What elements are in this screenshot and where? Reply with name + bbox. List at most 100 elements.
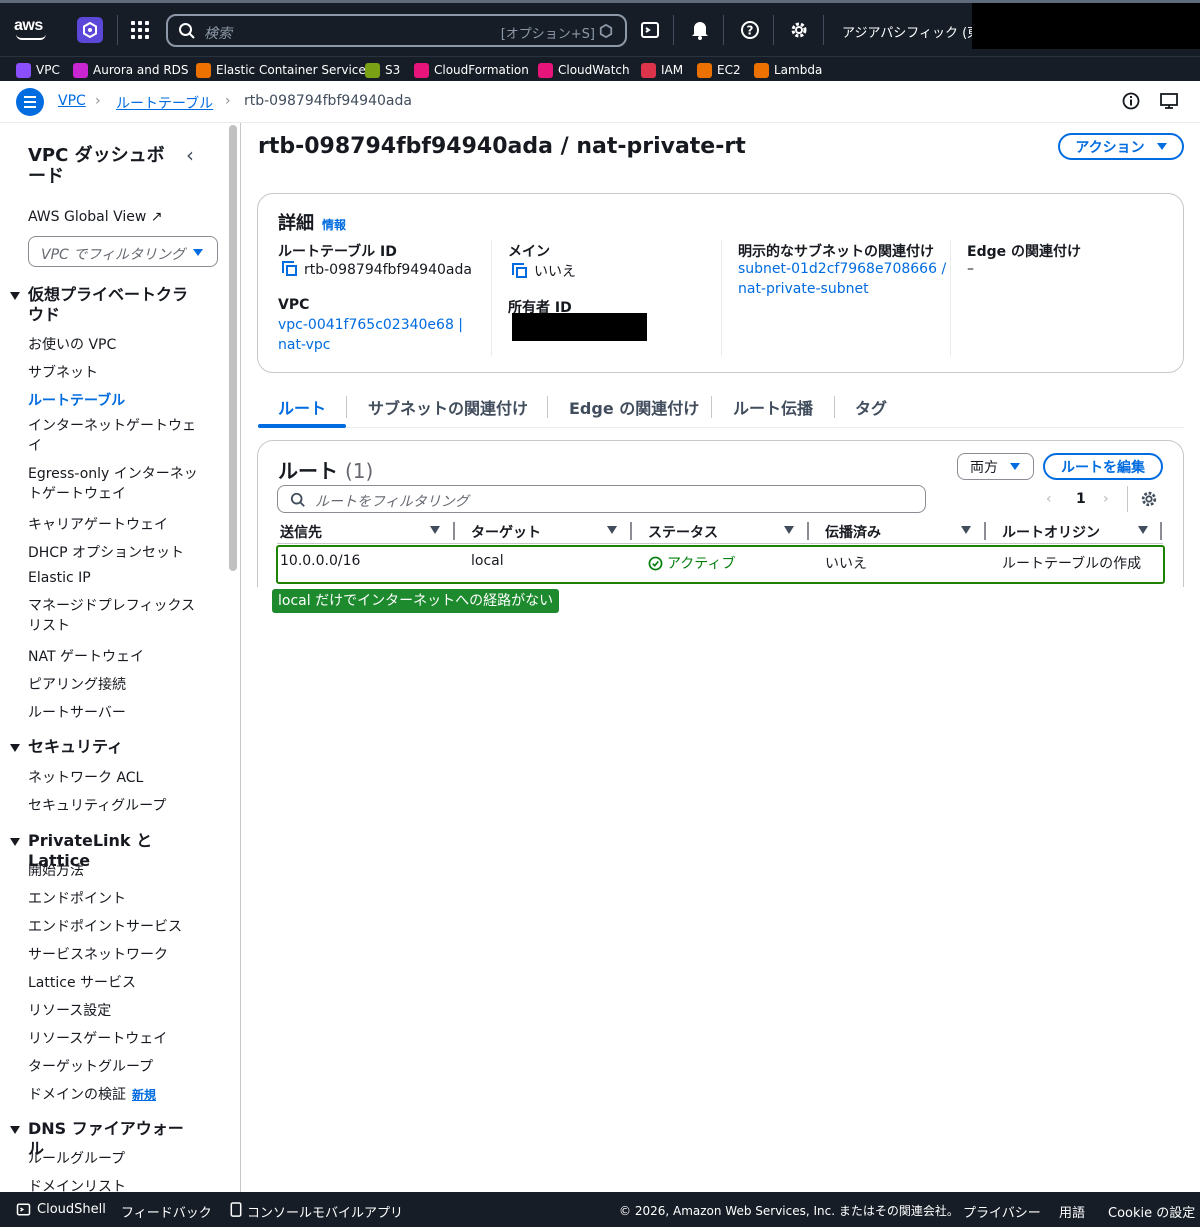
search-input[interactable]: 検索 [オプション+S]: [166, 14, 627, 47]
subnet-link-line2[interactable]: nat-private-subnet: [738, 281, 869, 297]
section-vpc[interactable]: 仮想プライベートクラウド: [10, 285, 198, 325]
vpc-filter-select[interactable]: VPC でフィルタリング: [28, 236, 218, 267]
actions-button[interactable]: アクション: [1058, 133, 1184, 160]
tab-tags[interactable]: タグ: [855, 395, 887, 419]
propagation-filter-select[interactable]: 両方: [957, 453, 1034, 480]
settings-gear-icon[interactable]: [788, 19, 810, 41]
amazon-q-search-icon[interactable]: [599, 24, 613, 38]
sort-icon[interactable]: [1138, 526, 1148, 534]
sidebar-item-domain-lists[interactable]: ドメインリスト: [28, 1176, 126, 1192]
favorite-cloudwatch[interactable]: CloudWatch: [538, 61, 630, 79]
info-icon[interactable]: [1122, 92, 1140, 110]
sidebar-item-service-networks[interactable]: サービスネットワーク: [28, 944, 168, 964]
column-header-route-origin[interactable]: ルートオリジン: [1002, 522, 1100, 542]
vpc-link-line2[interactable]: nat-vpc: [278, 337, 331, 353]
prev-page-icon[interactable]: ‹: [1046, 491, 1052, 507]
sort-icon[interactable]: [607, 526, 617, 534]
sort-icon[interactable]: [961, 526, 971, 534]
lambda-service-icon: [754, 62, 769, 78]
favorite-cloudformation[interactable]: CloudFormation: [414, 61, 529, 79]
copy-icon[interactable]: [282, 261, 297, 276]
column-resizer[interactable]: [453, 522, 455, 540]
sidebar-item-route-servers[interactable]: ルートサーバー: [28, 702, 126, 722]
column-resizer[interactable]: [984, 522, 986, 540]
sort-icon[interactable]: [430, 526, 440, 534]
sort-icon[interactable]: [784, 526, 794, 534]
column-header-target[interactable]: ターゲット: [471, 522, 541, 542]
notifications-bell-icon[interactable]: [689, 19, 711, 41]
sidebar-item-internet-gateways[interactable]: インターネットゲートウェイ: [28, 416, 208, 456]
sidebar-item-prefix-lists[interactable]: マネージドプレフィックスリスト: [28, 596, 208, 636]
table-settings-gear-icon[interactable]: [1140, 490, 1158, 508]
sidebar-item-resource-configs[interactable]: リソース設定: [28, 1000, 111, 1020]
mobile-app-link[interactable]: コンソールモバイルアプリ: [247, 1202, 403, 1221]
tab-route-propagation[interactable]: ルート伝播: [733, 395, 813, 419]
breadcrumb-route-tables[interactable]: ルートテーブル: [116, 93, 213, 113]
sidebar-item-endpoints[interactable]: エンドポイント: [28, 888, 126, 908]
sidebar-item-egress-only-igw[interactable]: Egress-only インターネットゲートウェイ: [28, 464, 208, 504]
tab-edge-associations[interactable]: Edge の関連付け: [569, 395, 699, 419]
feedback-link[interactable]: フィードバック: [121, 1202, 212, 1221]
external-link-icon: ↗: [150, 209, 163, 225]
split-panel-icon[interactable]: [1160, 92, 1178, 110]
column-header-status[interactable]: ステータス: [648, 522, 718, 542]
favorite-ec2[interactable]: EC2: [697, 61, 741, 79]
cloudshell-link[interactable]: CloudShell: [37, 1202, 106, 1217]
favorite-ecs[interactable]: Elastic Container Service: [196, 61, 366, 79]
sidebar-item-dhcp-options[interactable]: DHCP オプションセット: [28, 542, 184, 562]
amazon-q-icon[interactable]: [77, 17, 103, 43]
sidebar-item-domain-verification[interactable]: ドメインの検証 新規: [28, 1084, 156, 1104]
sidebar-item-peering[interactable]: ピアリング接続: [28, 674, 126, 694]
terms-link[interactable]: 用語: [1059, 1202, 1085, 1221]
sidebar-item-resource-gateways[interactable]: リソースゲートウェイ: [28, 1028, 167, 1048]
favorite-vpc[interactable]: VPC: [16, 61, 60, 79]
sidebar-item-rule-groups[interactable]: ルールグループ: [28, 1148, 125, 1168]
aws-logo[interactable]: aws: [14, 15, 50, 41]
page-number[interactable]: 1: [1076, 491, 1086, 507]
sidebar-title[interactable]: VPC ダッシュボード: [28, 145, 168, 187]
sidebar-item-subnets[interactable]: サブネット: [28, 362, 98, 382]
sidebar-scrollbar[interactable]: [229, 125, 237, 571]
vpc-service-icon: [16, 62, 31, 78]
cloudshell-icon[interactable]: [639, 19, 661, 41]
vpc-link-line1[interactable]: vpc-0041f765c02340e68 |: [278, 317, 463, 333]
favorite-iam[interactable]: IAM: [641, 61, 683, 79]
privacy-link[interactable]: プライバシー: [963, 1202, 1041, 1221]
sidebar-item-carrier-gateways[interactable]: キャリアゲートウェイ: [28, 514, 168, 534]
route-filter-input[interactable]: ルートをフィルタリング: [277, 485, 926, 513]
sidebar-item-target-groups[interactable]: ターゲットグループ: [28, 1056, 153, 1076]
sidebar-item-elastic-ip[interactable]: Elastic IP: [28, 570, 91, 586]
collapse-chevron-icon[interactable]: ‹: [186, 143, 194, 167]
cloudshell-icon[interactable]: [16, 1202, 31, 1217]
favorite-lambda[interactable]: Lambda: [754, 61, 822, 79]
column-header-propagated[interactable]: 伝播済み: [825, 522, 881, 542]
column-resizer[interactable]: [1160, 522, 1162, 540]
tab-subnet-associations[interactable]: サブネットの関連付け: [368, 395, 528, 419]
cookie-settings-link[interactable]: Cookie の設定: [1108, 1202, 1195, 1221]
sidebar-item-route-tables[interactable]: ルートテーブル: [28, 390, 125, 410]
breadcrumb-vpc[interactable]: VPC: [58, 93, 86, 109]
services-menu-icon[interactable]: [131, 21, 149, 39]
edit-routes-button[interactable]: ルートを編集: [1043, 453, 1163, 480]
menu-icon[interactable]: [16, 88, 44, 116]
info-link[interactable]: 情報: [322, 218, 346, 232]
section-security[interactable]: セキュリティ: [10, 737, 198, 757]
next-page-icon[interactable]: ›: [1103, 491, 1109, 507]
favorite-aurora-rds[interactable]: Aurora and RDS: [73, 61, 189, 79]
column-resizer[interactable]: [807, 522, 809, 540]
column-resizer[interactable]: [630, 522, 632, 540]
sidebar-item-network-acl[interactable]: ネットワーク ACL: [28, 767, 143, 787]
sidebar-item-getting-started[interactable]: 開始方法: [28, 860, 84, 880]
column-header-destination[interactable]: 送信先: [280, 522, 322, 542]
sidebar-item-endpoint-services[interactable]: エンドポイントサービス: [28, 916, 182, 936]
tab-routes[interactable]: ルート: [278, 395, 326, 419]
help-icon[interactable]: ?: [739, 19, 761, 41]
global-view-link[interactable]: AWS Global View ↗: [28, 209, 163, 225]
sidebar-item-lattice-services[interactable]: Lattice サービス: [28, 972, 136, 992]
sidebar-item-security-groups[interactable]: セキュリティグループ: [28, 795, 166, 815]
favorite-s3[interactable]: S3: [365, 61, 400, 79]
sidebar-item-your-vpcs[interactable]: お使いの VPC: [28, 334, 116, 354]
copy-icon[interactable]: [512, 263, 527, 278]
sidebar-item-nat-gateways[interactable]: NAT ゲートウェイ: [28, 646, 144, 666]
subnet-link-line1[interactable]: subnet-01d2cf7968e708666 /: [738, 261, 946, 277]
